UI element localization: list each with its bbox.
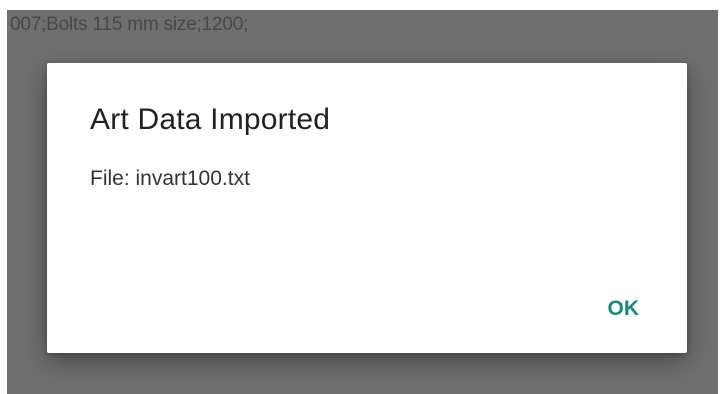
dialog-message: File: invart100.txt <box>90 167 250 190</box>
dialog-title: Art Data Imported <box>90 103 331 136</box>
ok-button[interactable]: OK <box>587 289 647 329</box>
import-confirmation-dialog: Art Data Imported File: invart100.txt OK <box>47 63 687 353</box>
app-screen: 007;Bolts 115 mm size;1200; Art Data Imp… <box>7 10 718 394</box>
imported-record-line: 007;Bolts 115 mm size;1200; <box>10 14 249 35</box>
